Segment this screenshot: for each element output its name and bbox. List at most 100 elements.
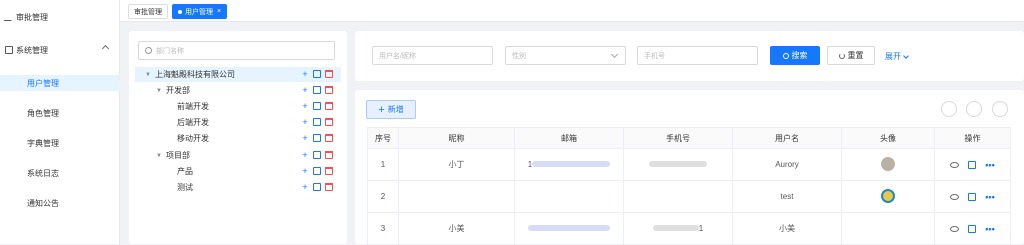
redacted-phone — [652, 225, 699, 231]
edit-icon[interactable] — [313, 102, 321, 110]
avatar — [881, 188, 895, 203]
delete-icon[interactable] — [325, 70, 333, 78]
cell-index: 3 — [367, 212, 399, 245]
sidebar-item-users[interactable]: 用户管理 — [0, 75, 120, 91]
reset-button-label: 重置 — [847, 51, 864, 60]
node-actions: + — [301, 134, 333, 143]
tree-node[interactable]: 前端开发 + — [135, 99, 341, 114]
node-actions: + — [301, 183, 333, 192]
col-nickname-header: 昵称 — [398, 127, 515, 149]
more-icon[interactable]: ••• — [985, 224, 994, 234]
delete-icon[interactable] — [325, 86, 333, 94]
cell-username: Aurory — [732, 148, 842, 181]
column-settings-icon[interactable] — [966, 101, 982, 117]
cell-email: 1 — [514, 148, 624, 181]
add-icon[interactable]: + — [301, 70, 309, 79]
username-input[interactable]: 用户名/昵称 — [372, 46, 493, 65]
tab-users[interactable]: 用户管理 × — [172, 4, 228, 19]
add-icon[interactable]: + — [301, 167, 309, 176]
edit-icon[interactable] — [968, 192, 977, 201]
edit-icon[interactable] — [968, 160, 977, 169]
edit-icon[interactable] — [313, 183, 321, 191]
chevron-up-icon — [101, 44, 110, 53]
view-icon[interactable] — [950, 225, 960, 232]
delete-icon[interactable] — [325, 118, 333, 126]
tree-node[interactable]: 测试 + — [135, 180, 341, 195]
more-icon[interactable]: ••• — [985, 192, 994, 202]
add-icon[interactable]: + — [301, 118, 309, 127]
delete-icon[interactable] — [325, 183, 333, 191]
cell-nickname: 小美 — [398, 212, 515, 245]
search-toggle-icon[interactable] — [992, 101, 1008, 117]
sidebar-item-logs[interactable]: 系统日志 — [0, 165, 120, 181]
add-button-label: 新增 — [387, 105, 404, 114]
gender-select[interactable]: 性别 — [505, 46, 626, 65]
cell-username: test — [732, 180, 842, 213]
tab-approval[interactable]: 审批管理 — [128, 4, 168, 19]
delete-icon[interactable] — [325, 167, 333, 175]
search-button[interactable]: 搜索 — [770, 46, 820, 65]
phone-placeholder: 手机号 — [644, 52, 665, 60]
chevron-down-icon — [610, 50, 619, 59]
dept-search-input[interactable]: 部门名称 — [138, 41, 335, 60]
delete-icon[interactable] — [325, 102, 333, 110]
expand-label: 展开 — [885, 52, 901, 61]
edit-icon[interactable] — [313, 118, 321, 126]
add-icon[interactable]: + — [301, 151, 309, 160]
delete-icon[interactable] — [325, 134, 333, 142]
edit-icon[interactable] — [313, 134, 321, 142]
view-icon[interactable] — [950, 161, 960, 168]
edit-icon[interactable] — [313, 167, 321, 175]
table-row: 1 小丁 1 Aurory ••• — [367, 148, 1011, 181]
add-button[interactable]: + 新增 — [366, 100, 416, 119]
col-actions-header: 操作 — [934, 127, 1011, 149]
table-row: 2 test ••• — [367, 180, 1011, 213]
tree-node[interactable]: ▼ 项目部 + — [135, 148, 341, 163]
col-username-header: 用户名 — [732, 127, 842, 149]
dot-icon — [178, 9, 182, 14]
cell-avatar — [841, 212, 935, 245]
sidebar-item-label: 通知公告 — [27, 198, 59, 208]
sidebar-item-notices[interactable]: 通知公告 — [0, 195, 120, 211]
tab-label: 用户管理 — [185, 8, 213, 16]
add-icon[interactable]: + — [301, 134, 309, 143]
tree-node-label: 产品 — [177, 167, 193, 176]
reset-button[interactable]: 重置 — [827, 46, 875, 65]
tree-node[interactable]: 产品 + — [135, 164, 341, 179]
tree-node[interactable]: 移动开发 + — [135, 131, 341, 146]
sidebar-item-label: 系统管理 — [16, 45, 48, 55]
edit-icon[interactable] — [968, 224, 977, 233]
node-actions: + — [301, 167, 333, 176]
expand-toggle[interactable]: 展开 — [885, 51, 909, 62]
add-icon[interactable]: + — [301, 102, 309, 111]
sidebar-item-label: 字典管理 — [27, 138, 59, 148]
tree-node-label: 移动开发 — [177, 134, 209, 143]
tree-node[interactable]: ▼ 上海魁殿科技有限公司 + — [135, 67, 341, 82]
sidebar-item-roles[interactable]: 角色管理 — [0, 105, 120, 121]
add-icon[interactable]: + — [301, 183, 309, 192]
cell-username: 小美 — [732, 212, 842, 245]
more-icon[interactable]: ••• — [985, 160, 994, 170]
tree-node-label: 开发部 — [165, 86, 190, 95]
edit-icon[interactable] — [313, 86, 321, 94]
add-icon[interactable]: + — [301, 86, 309, 95]
sidebar-item-dict[interactable]: 字典管理 — [0, 135, 120, 151]
tree-node[interactable]: ▼ 开发部 + — [135, 83, 341, 98]
avatar — [881, 156, 895, 171]
tree-node-label: 上海魁殿科技有限公司 — [154, 70, 235, 79]
edit-icon[interactable] — [313, 151, 321, 159]
refresh-icon[interactable] — [941, 101, 957, 117]
view-icon[interactable] — [950, 193, 960, 200]
phone-input[interactable]: 手机号 — [637, 46, 758, 65]
sidebar-item-approval[interactable]: 审批管理 — [0, 9, 120, 25]
cell-phone: 1 — [623, 212, 733, 245]
cell-index: 1 — [367, 148, 399, 181]
close-icon[interactable]: × — [217, 8, 221, 15]
chevron-down-icon — [903, 52, 909, 59]
tree-node[interactable]: 后端开发 + — [135, 115, 341, 130]
delete-icon[interactable] — [325, 151, 333, 159]
sidebar-item-label: 用户管理 — [27, 78, 59, 88]
edit-icon[interactable] — [313, 70, 321, 78]
cell-email — [514, 180, 624, 213]
sidebar-group-system[interactable]: 系统管理 — [0, 42, 120, 58]
